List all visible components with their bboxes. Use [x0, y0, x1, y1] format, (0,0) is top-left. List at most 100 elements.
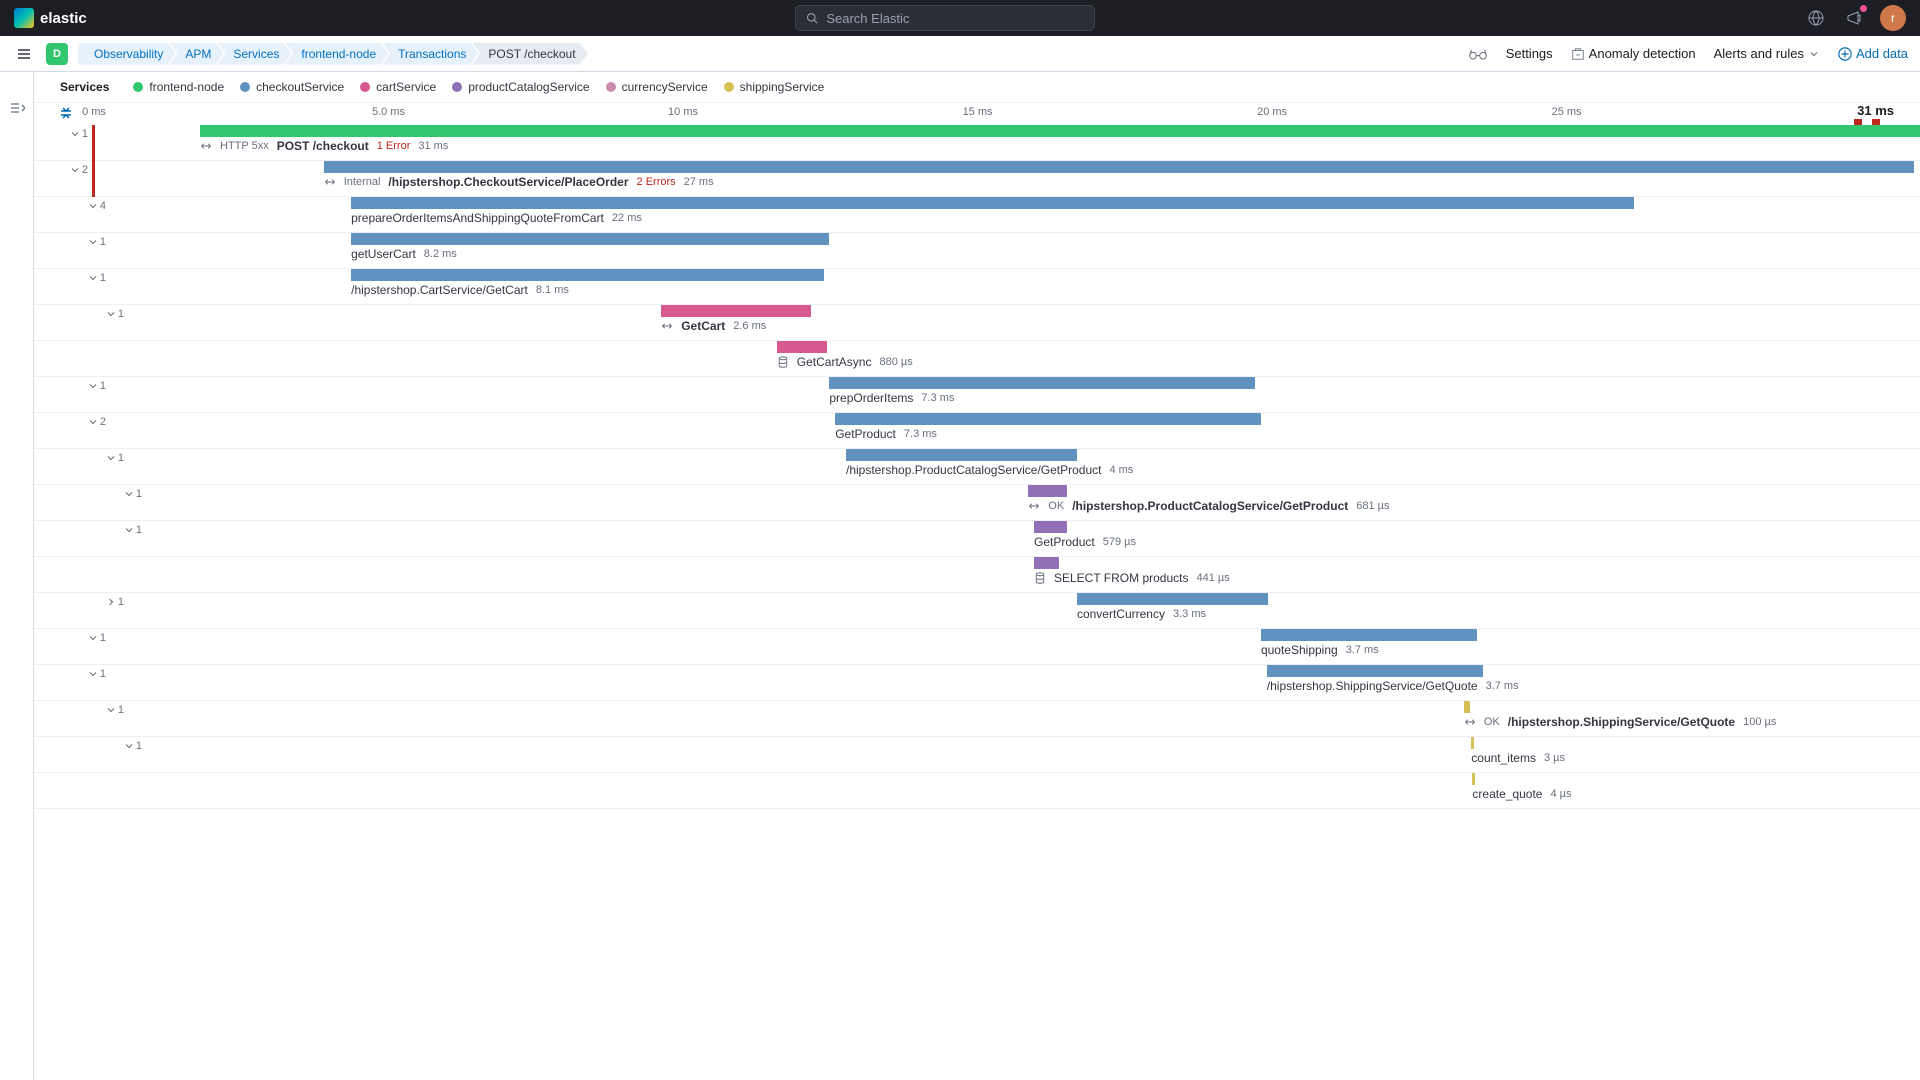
span-name: create_quote [1472, 787, 1542, 801]
toggle-children[interactable]: 1 [105, 452, 124, 464]
span-name: /hipstershop.ShippingService/GetQuote [1508, 715, 1735, 729]
chevron-icon [87, 668, 99, 680]
toggle-children[interactable]: 1 [69, 128, 88, 140]
toggle-children[interactable]: 1 [87, 668, 106, 680]
breadcrumb: ObservabilityAPMServicesfrontend-nodeTra… [78, 43, 588, 65]
legend-dot-icon [133, 82, 143, 92]
span-row[interactable]: create_quote4 µs [34, 773, 1920, 809]
alerts-rules-link[interactable]: Alerts and rules [1714, 46, 1820, 61]
header-action-group: Settings Anomaly detection Alerts and ru… [1468, 46, 1908, 61]
span-row[interactable]: 4prepareOrderItemsAndShippingQuoteFromCa… [34, 197, 1920, 233]
toggle-children[interactable]: 1 [123, 488, 142, 500]
nav-toggle-icon[interactable] [12, 42, 36, 66]
legend-item[interactable]: frontend-node [133, 80, 224, 94]
span-duration: 31 ms [418, 140, 448, 152]
span-row[interactable]: 1count_items3 µs [34, 737, 1920, 773]
span-duration: 27 ms [684, 176, 714, 188]
span-duration: 7.3 ms [904, 428, 937, 440]
logo[interactable]: elastic [14, 8, 87, 28]
toggle-children[interactable]: 1 [87, 632, 106, 644]
span-name: GetCart [681, 319, 725, 333]
legend-item[interactable]: currencyService [606, 80, 708, 94]
span-row[interactable]: 1convertCurrency3.3 ms [34, 593, 1920, 629]
toggle-children[interactable]: 1 [105, 704, 124, 716]
span-tag: HTTP 5xx [220, 140, 269, 152]
space-badge[interactable]: D [46, 43, 68, 65]
legend-item[interactable]: cartService [360, 80, 436, 94]
toggle-children[interactable]: 1 [123, 524, 142, 536]
add-data-link[interactable]: Add data [1838, 46, 1908, 61]
breadcrumb-item[interactable]: APM [169, 43, 223, 65]
chevron-icon [87, 236, 99, 248]
legend-item[interactable]: checkoutService [240, 80, 344, 94]
axis-tick: 10 ms [668, 106, 698, 118]
span-name: GetCartAsync [797, 355, 872, 369]
glasses-icon[interactable] [1468, 47, 1488, 61]
legend-item[interactable]: productCatalogService [452, 80, 589, 94]
span-row[interactable]: 1HTTP 5xxPOST /checkout1 Error31 ms [34, 125, 1920, 161]
main-content: Services frontend-node checkoutService car… [34, 72, 1920, 849]
span-duration: 681 µs [1356, 500, 1389, 512]
span-row[interactable]: 2Internal/hipstershop.CheckoutService/Pl… [34, 161, 1920, 197]
toggle-children[interactable]: 2 [87, 416, 106, 428]
globe-icon[interactable] [1804, 6, 1828, 30]
span-row[interactable]: GetCartAsync880 µs [34, 341, 1920, 377]
axis-tick: 0 ms [82, 106, 106, 118]
toggle-children[interactable]: 4 [87, 200, 106, 212]
legend-item[interactable]: shippingService [724, 80, 825, 94]
span-bar [324, 161, 1914, 173]
span-row[interactable]: 1prepOrderItems7.3 ms [34, 377, 1920, 413]
left-rail [0, 72, 34, 1080]
legend-dot-icon [240, 82, 250, 92]
breadcrumb-item[interactable]: frontend-node [285, 43, 388, 65]
legend-dot-icon [452, 82, 462, 92]
global-search-input[interactable]: Search Elastic [795, 5, 1095, 31]
span-row[interactable]: 1/hipstershop.ProductCatalogService/GetP… [34, 449, 1920, 485]
chevron-icon [105, 452, 117, 464]
toggle-children[interactable]: 1 [123, 740, 142, 752]
settings-link[interactable]: Settings [1506, 46, 1553, 61]
chevron-icon [123, 524, 135, 536]
span-row[interactable]: 1/hipstershop.ShippingService/GetQuote3.… [34, 665, 1920, 701]
span-icon [200, 140, 212, 152]
toggle-children[interactable]: 1 [105, 308, 124, 320]
span-bar [829, 377, 1255, 389]
span-name: /hipstershop.ProductCatalogService/GetPr… [1072, 499, 1348, 513]
span-row[interactable]: 1OK/hipstershop.ProductCatalogService/Ge… [34, 485, 1920, 521]
span-row[interactable]: 1GetProduct579 µs [34, 521, 1920, 557]
toggle-children[interactable]: 2 [69, 164, 88, 176]
chevron-icon [123, 488, 135, 500]
toggle-children[interactable]: 1 [87, 236, 106, 248]
axis-tick: 5.0 ms [372, 106, 405, 118]
span-row[interactable]: 1getUserCart8.2 ms [34, 233, 1920, 269]
news-icon[interactable] [1842, 6, 1866, 30]
collapse-all-icon[interactable] [58, 105, 74, 121]
span-tag: OK [1484, 716, 1500, 728]
span-name: POST /checkout [277, 139, 369, 153]
span-duration: 8.2 ms [424, 248, 457, 260]
span-row[interactable]: 1GetCart2.6 ms [34, 305, 1920, 341]
toggle-children[interactable]: 1 [105, 596, 124, 608]
span-row[interactable]: 1/hipstershop.CartService/GetCart8.1 ms [34, 269, 1920, 305]
span-row[interactable]: 1quoteShipping3.7 ms [34, 629, 1920, 665]
span-name: /hipstershop.CheckoutService/PlaceOrder [388, 175, 628, 189]
span-duration: 4 ms [1109, 464, 1133, 476]
span-duration: 3 µs [1544, 752, 1565, 764]
chevron-icon [87, 416, 99, 428]
breadcrumb-item[interactable]: Services [217, 43, 291, 65]
span-bar [351, 233, 829, 245]
user-avatar[interactable]: r [1880, 5, 1906, 31]
anomaly-detection-link[interactable]: Anomaly detection [1571, 46, 1696, 61]
span-row[interactable]: 1 OK/hipstershop.ShippingService/GetQuote… [34, 701, 1920, 737]
span-duration: 579 µs [1103, 536, 1136, 548]
span-row[interactable]: 2GetProduct7.3 ms [34, 413, 1920, 449]
toggle-children[interactable]: 1 [87, 380, 106, 392]
toggle-children[interactable]: 1 [87, 272, 106, 284]
span-row[interactable]: SELECT FROM products441 µs [34, 557, 1920, 593]
logo-text: elastic [40, 10, 87, 27]
breadcrumb-item[interactable]: Transactions [382, 43, 478, 65]
legend-title: Services [60, 80, 109, 94]
breadcrumb-item[interactable]: Observability [78, 43, 175, 65]
chevron-icon [69, 128, 81, 140]
expand-rail-icon[interactable] [9, 100, 25, 1080]
